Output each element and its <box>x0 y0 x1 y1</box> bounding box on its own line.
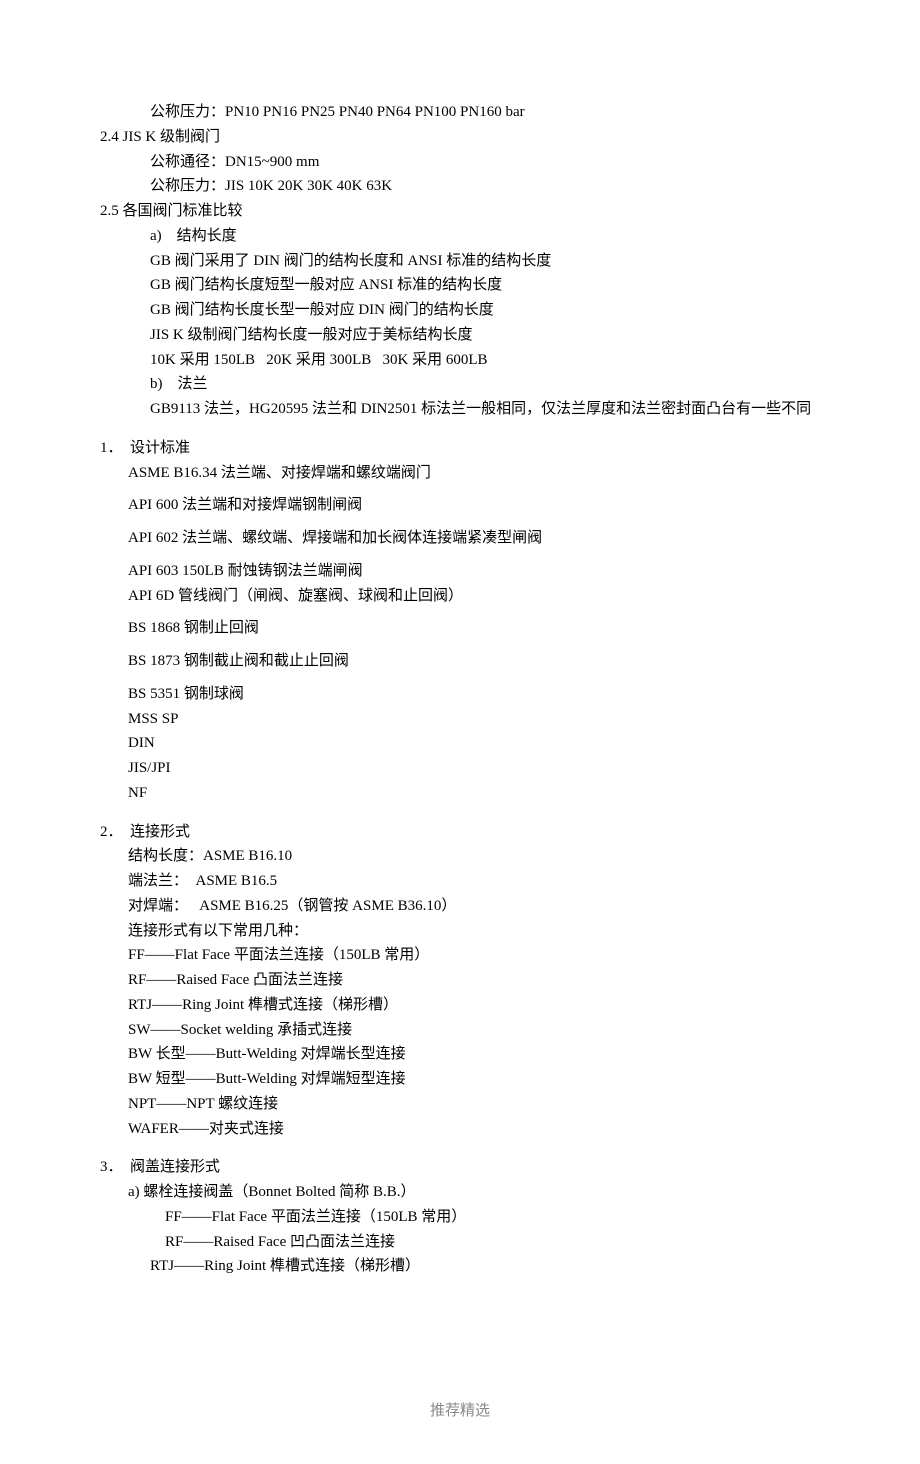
section-number: 3． <box>100 1159 123 1175</box>
text-line: 公称通径：DN15~900 mm <box>100 150 820 175</box>
section-number: 2． <box>100 824 123 840</box>
text-line: BS 1868 钢制止回阀 <box>100 616 820 641</box>
text-line: RTJ——Ring Joint 榫槽式连接（梯形槽） <box>100 993 820 1018</box>
text-line: API 600 法兰端和对接焊端钢制闸阀 <box>100 493 820 518</box>
footer-text: 推荐精选 <box>100 1399 820 1424</box>
text-line: API 603 150LB 耐蚀铸钢法兰端闸阀 <box>100 559 820 584</box>
text-line: WAFER——对夹式连接 <box>100 1117 820 1142</box>
text-line: 端法兰： ASME B16.5 <box>100 869 820 894</box>
text-line: 连接形式有以下常用几种： <box>100 919 820 944</box>
text-line: NF <box>100 781 820 806</box>
text-line: FF——Flat Face 平面法兰连接（150LB 常用） <box>100 1205 820 1230</box>
text-line: BW 短型——Butt-Welding 对焊端短型连接 <box>100 1067 820 1092</box>
text-line: 公称压力：PN10 PN16 PN25 PN40 PN64 PN100 PN16… <box>100 100 820 125</box>
text-line: a) 螺栓连接阀盖（Bonnet Bolted 简称 B.B.） <box>100 1180 820 1205</box>
text-line: BS 1873 钢制截止阀和截止止回阀 <box>100 649 820 674</box>
text-line: 2.5 各国阀门标准比较 <box>100 199 820 224</box>
text-line: 2.4 JIS K 级制阀门 <box>100 125 820 150</box>
text-line: a) 结构长度 <box>100 224 820 249</box>
text-line: API 6D 管线阀门（闸阀、旋塞阀、球阀和止回阀） <box>100 584 820 609</box>
section-heading: 3． 阀盖连接形式 <box>100 1155 820 1180</box>
section-title: 连接形式 <box>130 824 190 840</box>
text-line: SW——Socket welding 承插式连接 <box>100 1018 820 1043</box>
text-line: DIN <box>100 731 820 756</box>
text-line: FF——Flat Face 平面法兰连接（150LB 常用） <box>100 943 820 968</box>
text-line: RF——Raised Face 凸面法兰连接 <box>100 968 820 993</box>
text-line: BW 长型——Butt-Welding 对焊端长型连接 <box>100 1042 820 1067</box>
text-line: BS 5351 钢制球阀 <box>100 682 820 707</box>
text-line: b) 法兰 <box>100 372 820 397</box>
section-heading: 2． 连接形式 <box>100 820 820 845</box>
section-heading: 1． 设计标准 <box>100 436 820 461</box>
text-line: JIS K 级制阀门结构长度一般对应于美标结构长度 <box>100 323 820 348</box>
text-line: MSS SP <box>100 707 820 732</box>
text-line: JIS/JPI <box>100 756 820 781</box>
text-line: GB 阀门结构长度长型一般对应 DIN 阀门的结构长度 <box>100 298 820 323</box>
text-line: GB 阀门结构长度短型一般对应 ANSI 标准的结构长度 <box>100 273 820 298</box>
text-line: 对焊端： ASME B16.25（钢管按 ASME B36.10） <box>100 894 820 919</box>
text-line: 结构长度：ASME B16.10 <box>100 844 820 869</box>
section-title: 阀盖连接形式 <box>130 1159 220 1175</box>
text-line: API 602 法兰端、螺纹端、焊接端和加长阀体连接端紧凑型闸阀 <box>100 526 820 551</box>
text-line: NPT——NPT 螺纹连接 <box>100 1092 820 1117</box>
text-line: GB 阀门采用了 DIN 阀门的结构长度和 ANSI 标准的结构长度 <box>100 249 820 274</box>
text-line: RTJ——Ring Joint 榫槽式连接（梯形槽） <box>100 1254 820 1279</box>
text-line: GB9113 法兰，HG20595 法兰和 DIN2501 标法兰一般相同，仅法… <box>100 397 820 422</box>
section-number: 1． <box>100 440 123 456</box>
text-line: 公称压力：JIS 10K 20K 30K 40K 63K <box>100 174 820 199</box>
text-line: ASME B16.34 法兰端、对接焊端和螺纹端阀门 <box>100 461 820 486</box>
text-line: 10K 采用 150LB 20K 采用 300LB 30K 采用 600LB <box>100 348 820 373</box>
text-line: RF——Raised Face 凹凸面法兰连接 <box>100 1230 820 1255</box>
section-title: 设计标准 <box>130 440 190 456</box>
